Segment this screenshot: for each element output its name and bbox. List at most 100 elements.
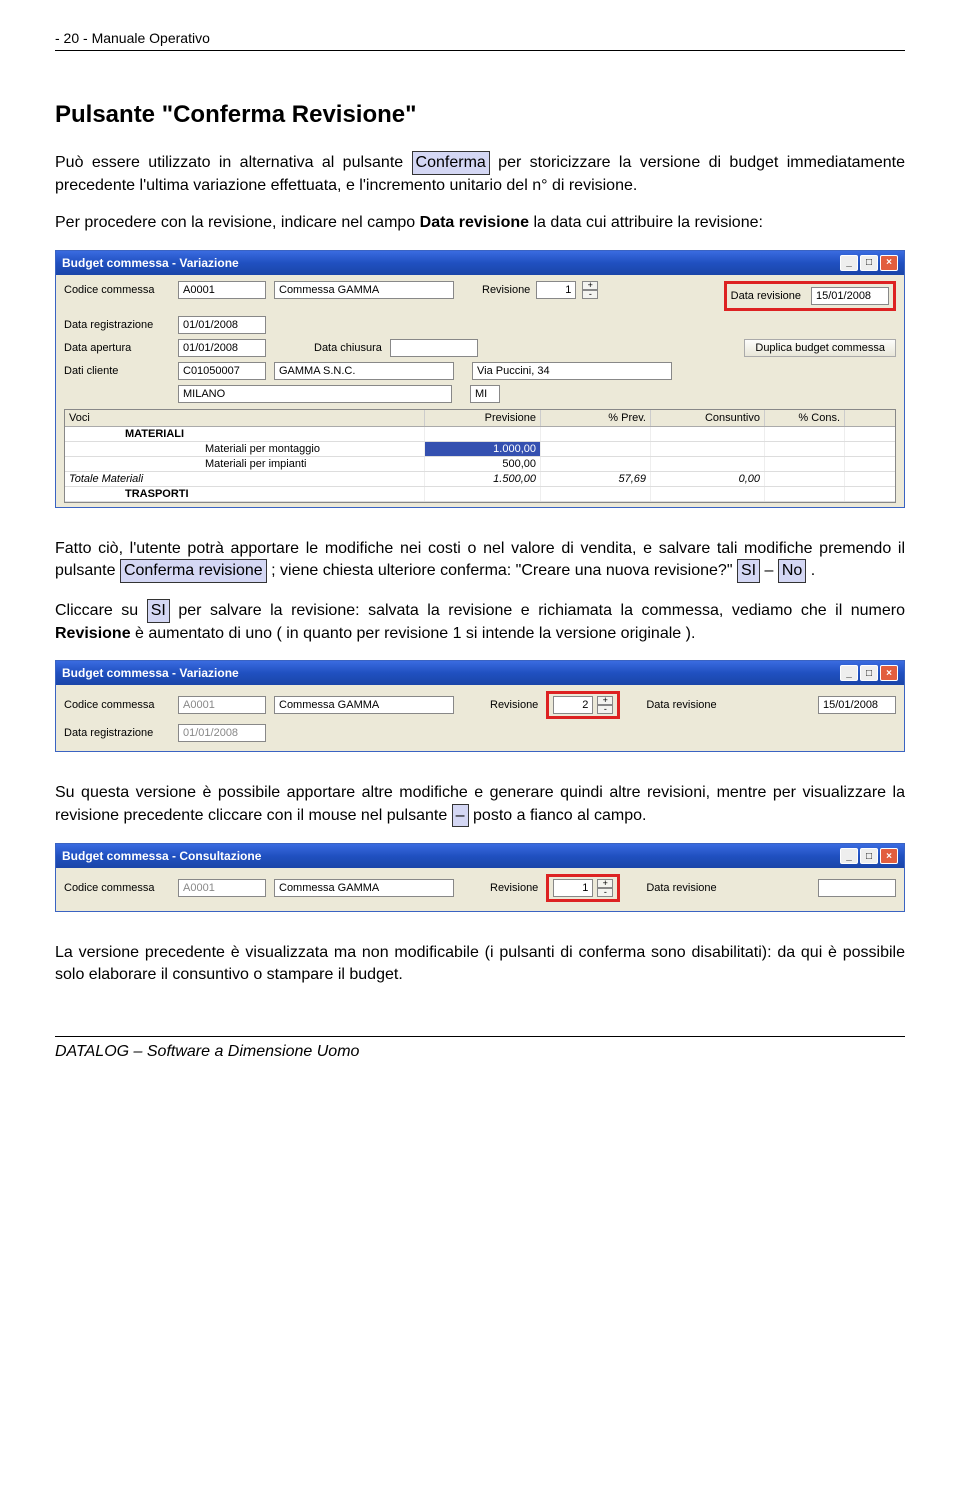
paragraph-3: Fatto ciò, l'utente potrà apportare le m… [55,538,905,583]
label-codice: Codice commessa [64,882,170,894]
field-datareg[interactable]: 01/01/2008 [178,724,266,742]
label-codice: Codice commessa [64,699,170,711]
close-icon[interactable]: × [880,255,898,271]
spin-down-icon[interactable]: - [597,705,613,714]
revisione-bold: Revisione [55,625,131,642]
maximize-icon[interactable]: □ [860,848,878,864]
highlight-data-revisione: Data revisione 15/01/2008 [724,281,896,311]
hr-bottom [55,1036,905,1037]
cell-prev-selected[interactable]: 1.000,00 [425,442,541,456]
spin-buttons[interactable]: + - [597,696,613,714]
text: Può essere utilizzato in alternativa al … [55,154,412,171]
minimize-icon[interactable]: _ [840,665,858,681]
table-row[interactable]: MATERIALI [65,427,895,442]
titlebar: Budget commessa - Variazione _ □ × [56,251,904,275]
field-clicode[interactable]: C01050007 [178,362,266,380]
field-cliname[interactable]: GAMMA S.N.C. [274,362,454,380]
field-revisione[interactable]: 2 [553,696,593,714]
table-row[interactable]: Materiali per montaggio 1.000,00 [65,442,895,457]
field-revisione[interactable]: 1 [536,281,576,299]
field-commessa-name[interactable]: Commessa GAMMA [274,879,454,897]
window-title: Budget commessa - Variazione [62,666,239,680]
text: posto a fianco al campo. [469,807,647,824]
label-codice: Codice commessa [64,284,170,296]
minimize-icon[interactable]: _ [840,255,858,271]
close-icon[interactable]: × [880,665,898,681]
hr-top [55,50,905,51]
label-revisione: Revisione [482,284,530,296]
text: per salvare la revisione: salvata la rev… [170,602,905,619]
cell-voci: Materiali per impianti [65,457,425,471]
screenshot-2-window: Budget commessa - Variazione _ □ × Codic… [55,660,905,752]
label-dataap: Data apertura [64,342,170,354]
cell-voci: Materiali per montaggio [65,442,425,456]
spin-buttons[interactable]: + - [597,879,613,897]
window-title: Budget commessa - Consultazione [62,849,261,863]
no-highlight: No [778,559,806,583]
col-perccons: % Cons. [765,410,845,426]
field-commessa-name[interactable]: Commessa GAMMA [274,281,454,299]
close-icon[interactable]: × [880,848,898,864]
si-highlight-2: SI [147,599,170,623]
table-row[interactable]: TRASPORTI [65,487,895,502]
field-commessa-name[interactable]: Commessa GAMMA [274,696,454,714]
duplica-button[interactable]: Duplica budget commessa [744,339,896,357]
col-previsione: Previsione [425,410,541,426]
paragraph-4: Cliccare su SI per salvare la revisione:… [55,599,905,644]
field-clicity[interactable]: MILANO [178,385,452,403]
highlight-revisione-2: 2 + - [546,691,620,719]
field-cliaddr[interactable]: Via Puccini, 34 [472,362,672,380]
data-revisione-bold: Data revisione [420,214,529,231]
field-datarev[interactable]: 15/01/2008 [811,287,889,305]
label-datareg: Data registrazione [64,319,170,331]
titlebar: Budget commessa - Consultazione _ □ × [56,844,904,868]
table-row[interactable]: Materiali per impianti 500,00 [65,457,895,472]
window-controls: _ □ × [840,848,898,864]
cell-voci: TRASPORTI [65,487,425,501]
screenshot-3-window: Budget commessa - Consultazione _ □ × Co… [55,843,905,912]
budget-grid: Voci Previsione % Prev. Consuntivo % Con… [64,409,896,503]
label-datach: Data chiusura [314,342,382,354]
label-revisione: Revisione [490,699,538,711]
field-codice[interactable]: A0001 [178,281,266,299]
highlight-revisione-3: 1 + - [546,874,620,902]
minimize-icon[interactable]: _ [840,848,858,864]
cell-pprev: 57,69 [541,472,651,486]
table-row[interactable]: Totale Materiali 1.500,00 57,69 0,00 [65,472,895,487]
label-datarev: Data revisione [646,699,716,711]
conferma-revisione-highlight: Conferma revisione [120,559,267,583]
text: Per procedere con la revisione, indicare… [55,214,420,231]
maximize-icon[interactable]: □ [860,255,878,271]
window-controls: _ □ × [840,255,898,271]
field-revisione[interactable]: 1 [553,879,593,897]
field-codice[interactable]: A0001 [178,879,266,897]
label-datarev: Data revisione [646,882,716,894]
spin-down-icon[interactable]: - [582,290,598,299]
label-daticliente: Dati cliente [64,365,170,377]
col-percprev: % Prev. [541,410,651,426]
window-title: Budget commessa - Variazione [62,256,239,270]
cell-cons: 0,00 [651,472,765,486]
field-datarev[interactable]: 15/01/2008 [818,696,896,714]
field-datach[interactable] [390,339,478,357]
field-dataap[interactable]: 01/01/2008 [178,339,266,357]
spin-buttons[interactable]: + - [582,281,598,299]
cell-voci-total: Totale Materiali [65,472,425,486]
screenshot-1-window: Budget commessa - Variazione _ □ × Codic… [55,250,905,508]
col-consuntivo: Consuntivo [651,410,765,426]
field-codice[interactable]: A0001 [178,696,266,714]
titlebar: Budget commessa - Variazione _ □ × [56,661,904,685]
label-revisione: Revisione [490,882,538,894]
spin-down-icon[interactable]: - [597,888,613,897]
field-datarev[interactable] [818,879,896,897]
text: Cliccare su [55,602,147,619]
field-datareg[interactable]: 01/01/2008 [178,316,266,334]
grid-header: Voci Previsione % Prev. Consuntivo % Con… [65,410,895,427]
col-voci: Voci [65,410,425,426]
text: è aumentato di uno ( in quanto per revis… [131,625,696,642]
cell-voci: MATERIALI [65,427,425,441]
minus-highlight: – [452,804,469,828]
text: . [806,562,815,579]
maximize-icon[interactable]: □ [860,665,878,681]
field-cliprov[interactable]: MI [470,385,500,403]
